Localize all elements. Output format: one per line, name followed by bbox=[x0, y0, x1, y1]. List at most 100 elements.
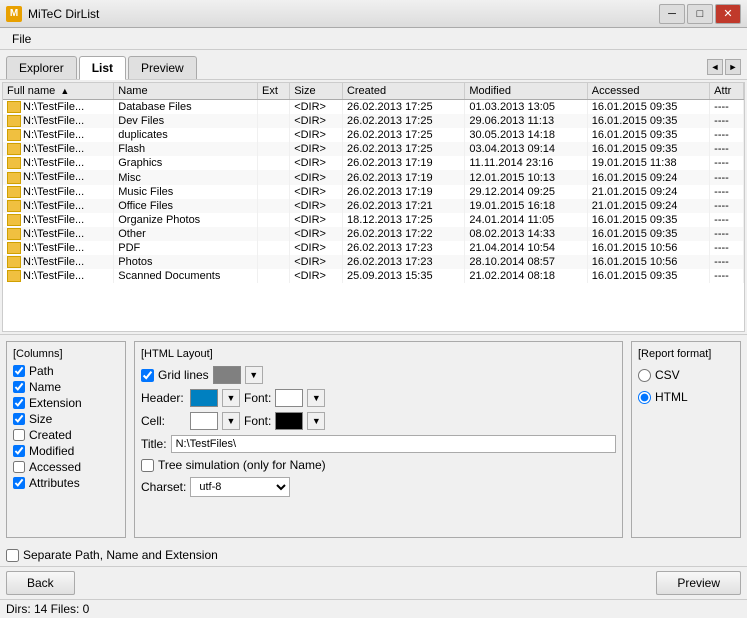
table-cell: 28.10.2014 08:57 bbox=[465, 255, 587, 269]
title-bar: M MiTeC DirList ─ □ ✕ bbox=[0, 0, 747, 28]
tab-prev-button[interactable]: ◄ bbox=[707, 59, 723, 75]
folder-icon bbox=[7, 200, 21, 212]
table-row[interactable]: N:\TestFile...PDF<DIR>26.02.2013 17:2321… bbox=[3, 241, 744, 255]
grid-lines-checkbox[interactable] bbox=[141, 369, 154, 382]
title-input[interactable] bbox=[171, 435, 616, 453]
table-row[interactable]: N:\TestFile...Database Files<DIR>26.02.2… bbox=[3, 100, 744, 115]
table-cell: 12.01.2015 10:13 bbox=[465, 170, 587, 184]
header-bg-swatch[interactable] bbox=[190, 389, 218, 407]
table-cell bbox=[257, 185, 289, 199]
close-button[interactable]: ✕ bbox=[715, 4, 741, 24]
table-cell: 26.02.2013 17:19 bbox=[342, 156, 464, 170]
table-cell: <DIR> bbox=[290, 100, 343, 115]
menu-file[interactable]: File bbox=[4, 30, 39, 48]
column-label: Size bbox=[29, 412, 52, 426]
column-checkbox[interactable] bbox=[13, 477, 25, 489]
table-cell: N:\TestFile... bbox=[3, 241, 114, 255]
col-accessed[interactable]: Accessed bbox=[587, 83, 709, 100]
file-table: Full name ▲ Name Ext Size Created Modifi… bbox=[3, 83, 744, 283]
table-row[interactable]: N:\TestFile...Scanned Documents<DIR>25.0… bbox=[3, 269, 744, 283]
table-cell: 29.06.2013 11:13 bbox=[465, 114, 587, 128]
maximize-button[interactable]: □ bbox=[687, 4, 713, 24]
tab-explorer[interactable]: Explorer bbox=[6, 56, 77, 79]
header-font-label: Font: bbox=[244, 391, 271, 405]
col-fullname[interactable]: Full name ▲ bbox=[3, 83, 114, 100]
table-row[interactable]: N:\TestFile...Photos<DIR>26.02.2013 17:2… bbox=[3, 255, 744, 269]
column-checkbox[interactable] bbox=[13, 365, 25, 377]
table-cell: ---- bbox=[710, 170, 744, 184]
columns-box-title: [Columns] bbox=[13, 348, 119, 360]
col-ext[interactable]: Ext bbox=[257, 83, 289, 100]
radio-csv[interactable] bbox=[638, 369, 651, 382]
table-cell: 08.02.2013 14:33 bbox=[465, 227, 587, 241]
table-row[interactable]: N:\TestFile...Dev Files<DIR>26.02.2013 1… bbox=[3, 114, 744, 128]
minimize-button[interactable]: ─ bbox=[659, 4, 685, 24]
table-row[interactable]: N:\TestFile...Music Files<DIR>26.02.2013… bbox=[3, 185, 744, 199]
col-size[interactable]: Size bbox=[290, 83, 343, 100]
column-checkbox[interactable] bbox=[13, 429, 25, 441]
table-cell: N:\TestFile... bbox=[3, 227, 114, 241]
column-checkbox[interactable] bbox=[13, 413, 25, 425]
table-cell: N:\TestFile... bbox=[3, 128, 114, 142]
table-row[interactable]: N:\TestFile...Organize Photos<DIR>18.12.… bbox=[3, 213, 744, 227]
title-row: Title: bbox=[141, 435, 616, 453]
action-bar: Back Preview bbox=[0, 566, 747, 599]
charset-label: Charset: bbox=[141, 480, 186, 494]
table-row[interactable]: N:\TestFile...Graphics<DIR>26.02.2013 17… bbox=[3, 156, 744, 170]
table-cell: 26.02.2013 17:19 bbox=[342, 185, 464, 199]
table-row[interactable]: N:\TestFile...Flash<DIR>26.02.2013 17:25… bbox=[3, 142, 744, 156]
table-cell: <DIR> bbox=[290, 269, 343, 283]
column-checkbox[interactable] bbox=[13, 397, 25, 409]
table-row[interactable]: N:\TestFile...Other<DIR>26.02.2013 17:22… bbox=[3, 227, 744, 241]
column-checkbox[interactable] bbox=[13, 381, 25, 393]
header-bg-dropdown[interactable]: ▼ bbox=[222, 389, 240, 407]
back-button[interactable]: Back bbox=[6, 571, 75, 595]
table-cell: ---- bbox=[710, 199, 744, 213]
col-created[interactable]: Created bbox=[342, 83, 464, 100]
tab-preview[interactable]: Preview bbox=[128, 56, 197, 79]
tree-simulation-checkbox[interactable] bbox=[141, 459, 154, 472]
header-font-swatch[interactable] bbox=[275, 389, 303, 407]
table-row[interactable]: N:\TestFile...Office Files<DIR>26.02.201… bbox=[3, 199, 744, 213]
col-modified[interactable]: Modified bbox=[465, 83, 587, 100]
preview-button[interactable]: Preview bbox=[656, 571, 741, 595]
grid-color-swatch[interactable] bbox=[213, 366, 241, 384]
header-font-dropdown[interactable]: ▼ bbox=[307, 389, 325, 407]
grid-color-dropdown[interactable]: ▼ bbox=[245, 366, 263, 384]
charset-select[interactable]: utf-8 iso-8859-1 windows-1252 bbox=[190, 477, 290, 497]
separate-path-checkbox[interactable] bbox=[6, 549, 19, 562]
title-label: Title: bbox=[141, 437, 167, 451]
column-label: Attributes bbox=[29, 476, 80, 490]
file-table-container[interactable]: Full name ▲ Name Ext Size Created Modifi… bbox=[2, 82, 745, 332]
radio-html[interactable] bbox=[638, 391, 651, 404]
charset-row: Charset: utf-8 iso-8859-1 windows-1252 bbox=[141, 477, 616, 497]
folder-icon bbox=[7, 143, 21, 155]
cell-bg-swatch[interactable] bbox=[190, 412, 218, 430]
column-check-item: Name bbox=[13, 380, 119, 394]
table-cell: N:\TestFile... bbox=[3, 269, 114, 283]
table-cell: ---- bbox=[710, 213, 744, 227]
cell-font-swatch[interactable] bbox=[275, 412, 303, 430]
table-cell: 19.01.2015 16:18 bbox=[465, 199, 587, 213]
tab-list[interactable]: List bbox=[79, 56, 126, 80]
column-checkbox[interactable] bbox=[13, 461, 25, 473]
table-cell: ---- bbox=[710, 156, 744, 170]
tab-next-button[interactable]: ► bbox=[725, 59, 741, 75]
table-cell: Dev Files bbox=[114, 114, 258, 128]
table-row[interactable]: N:\TestFile...Misc<DIR>26.02.2013 17:191… bbox=[3, 170, 744, 184]
table-row[interactable]: N:\TestFile...duplicates<DIR>26.02.2013 … bbox=[3, 128, 744, 142]
report-format-box: [Report format] CSV HTML bbox=[631, 341, 741, 538]
folder-icon bbox=[7, 256, 21, 268]
table-cell: 16.01.2015 10:56 bbox=[587, 241, 709, 255]
cell-bg-dropdown[interactable]: ▼ bbox=[222, 412, 240, 430]
table-cell: 11.11.2014 23:16 bbox=[465, 156, 587, 170]
col-attr[interactable]: Attr bbox=[710, 83, 744, 100]
column-checkbox[interactable] bbox=[13, 445, 25, 457]
table-cell: N:\TestFile... bbox=[3, 156, 114, 170]
table-header-row: Full name ▲ Name Ext Size Created Modifi… bbox=[3, 83, 744, 100]
table-cell: Database Files bbox=[114, 100, 258, 115]
cell-font-dropdown[interactable]: ▼ bbox=[307, 412, 325, 430]
folder-icon bbox=[7, 101, 21, 113]
tree-simulation-label: Tree simulation (only for Name) bbox=[158, 458, 326, 472]
col-name[interactable]: Name bbox=[114, 83, 258, 100]
